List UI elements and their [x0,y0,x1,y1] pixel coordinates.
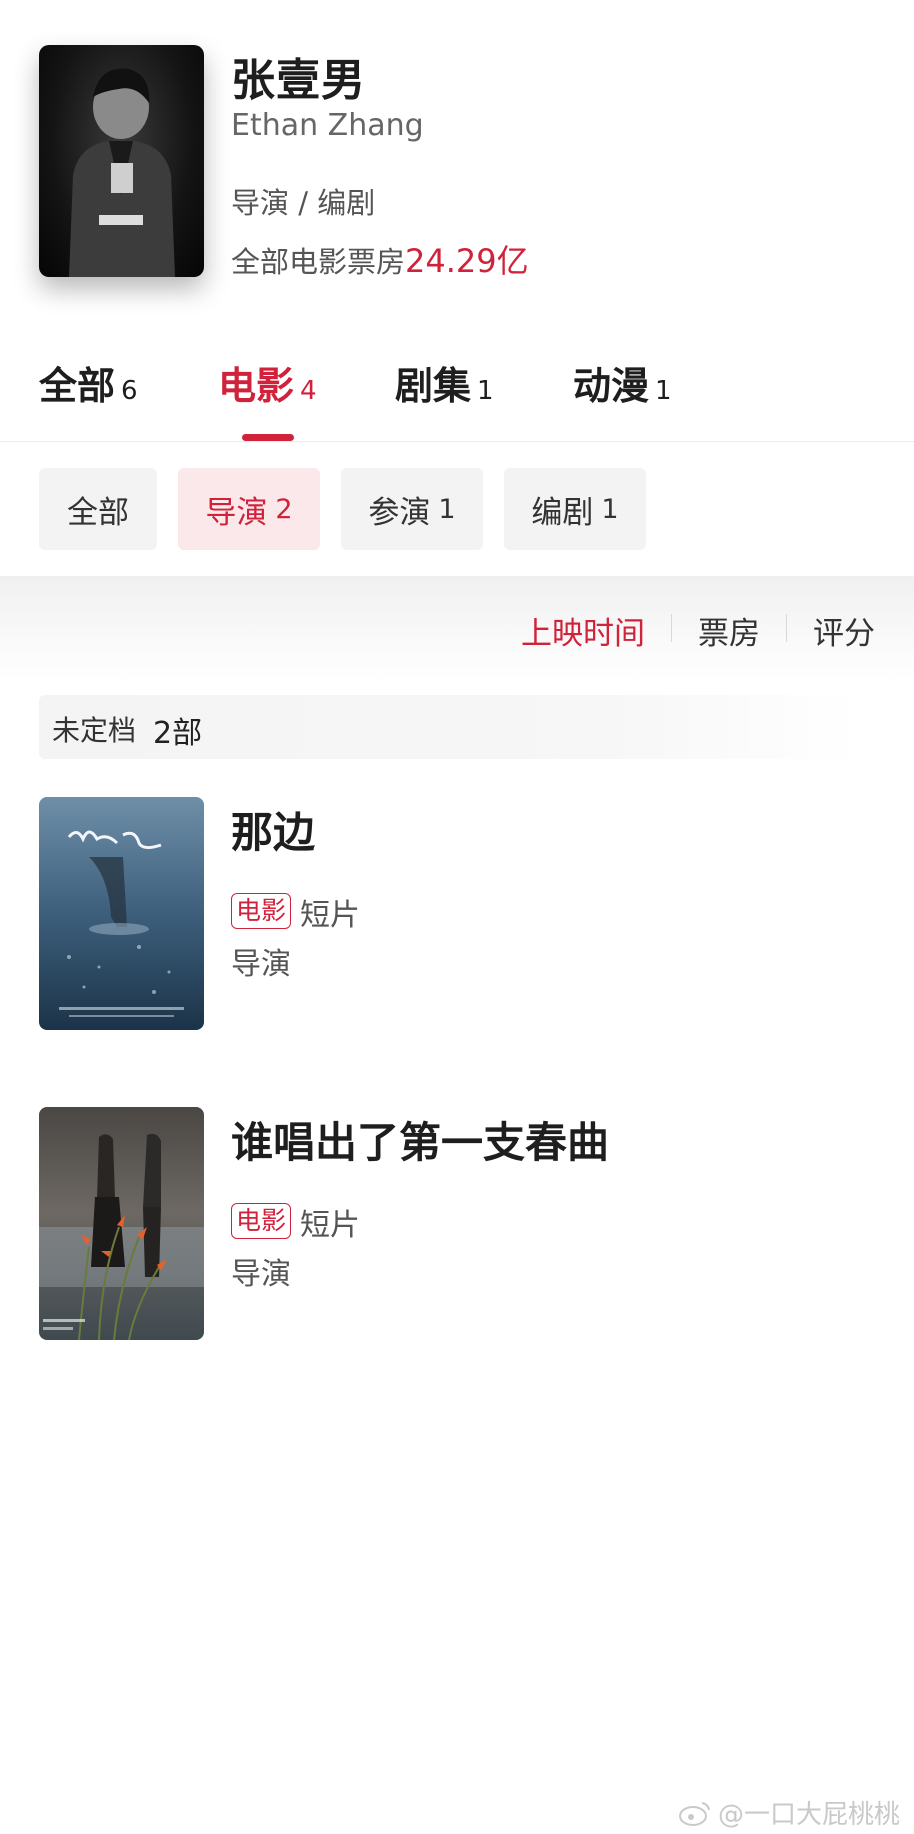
sort-divider [786,614,787,642]
group-count: 2部 [153,716,203,751]
chip-label: 编剧 [531,494,594,531]
sort-rating[interactable]: 评分 [813,608,875,653]
chip-label: 全部 [67,494,129,531]
sort-bar: 上映时间 票房 评分 [0,576,914,680]
sort-divider [671,614,672,642]
movie-title: 谁唱出了第一支春曲 [231,1118,610,1167]
movie-role: 导演 [231,1257,291,1292]
poster-rain-icon [39,797,204,1030]
tab-label: 动漫 [573,364,650,408]
group-header: 未定档 2部 [39,695,859,759]
movie-title: 那边 [231,808,316,857]
chip-actor[interactable]: 参演 1 [341,468,483,550]
movie-genre: 短片 [300,898,360,933]
chip-label: 导演 [205,494,268,531]
category-tabs: 全部 6 电影 4 剧集 1 动漫 1 [0,355,914,442]
chip-label: 参演 [368,494,431,531]
chip-count: 1 [438,493,456,525]
chip-director[interactable]: 导演 2 [178,468,320,550]
chip-writer[interactable]: 编剧 1 [504,468,646,550]
tab-count: 6 [121,376,138,406]
person-name-en: Ethan Zhang [231,108,424,143]
movie-genre: 短片 [300,1208,360,1243]
active-tab-indicator [242,434,294,441]
movie-type-badge: 电影 [231,1203,292,1239]
tab-label: 全部 [39,364,116,408]
tab-count: 1 [655,376,672,406]
chip-count: 1 [601,493,619,525]
watermark-text: @一口大屁桃桃 [717,1800,900,1830]
chip-count: 2 [275,493,293,525]
movie-item[interactable]: 谁唱出了第一支春曲 电影 短片 导演 [0,1107,914,1347]
avatar[interactable] [39,45,204,277]
person-roles: 导演 / 编剧 [231,186,376,220]
tab-label: 剧集 [395,364,472,408]
weibo-icon [678,1801,710,1826]
group-label: 未定档 [52,714,137,747]
watermark: @一口大屁桃桃 [678,1794,900,1831]
movie-poster[interactable] [39,797,204,1030]
tab-series[interactable]: 剧集 1 [395,355,494,410]
movie-item[interactable]: 那边 电影 短片 导演 [0,797,914,1037]
box-office-value: 24.29亿 [405,242,529,280]
movie-type-badge: 电影 [231,893,292,929]
sort-box-office[interactable]: 票房 [698,608,760,653]
movie-role: 导演 [231,947,291,982]
sort-release-date[interactable]: 上映时间 [521,608,645,653]
person-photo-icon [69,68,175,277]
person-name: 张壹男 [231,55,366,106]
box-office-label: 全部电影票房 [231,245,406,279]
poster-flowers-icon [39,1107,204,1340]
tab-movies[interactable]: 电影 4 [218,355,317,410]
tab-label: 电影 [218,364,295,408]
movie-poster[interactable] [39,1107,204,1340]
tab-anime[interactable]: 动漫 1 [573,355,672,410]
profile-header: 张壹男 Ethan Zhang 导演 / 编剧 全部电影票房24.29亿 [0,0,914,300]
tab-count: 1 [477,376,494,406]
chip-all[interactable]: 全部 [39,468,157,550]
tab-count: 4 [300,376,317,406]
tab-all[interactable]: 全部 6 [39,355,138,410]
box-office: 全部电影票房24.29亿 [231,236,529,282]
